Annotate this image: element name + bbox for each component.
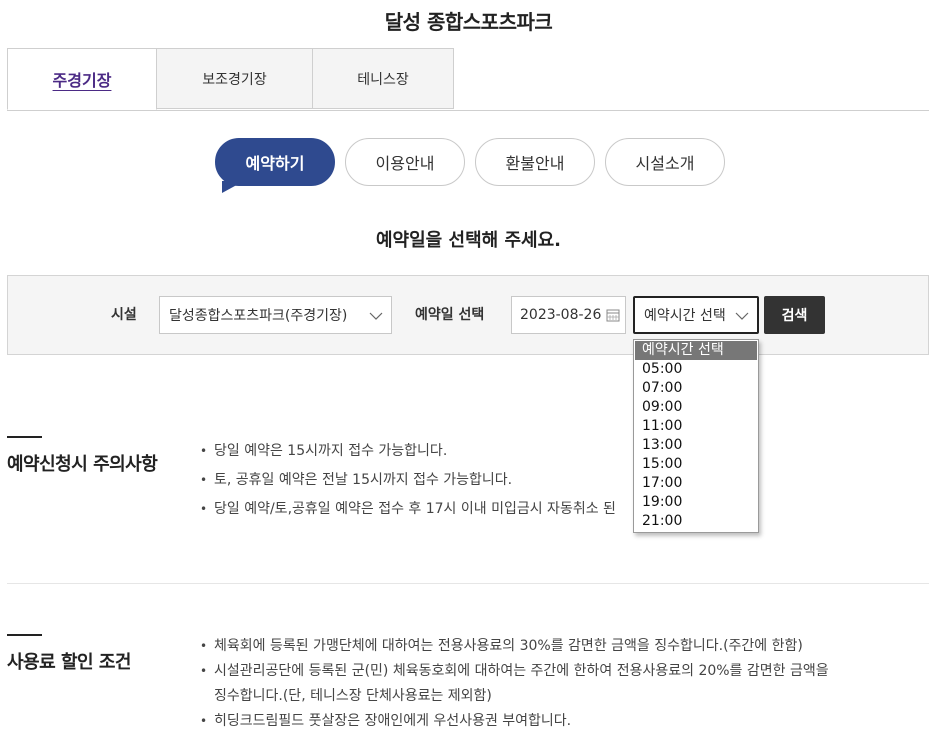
time-option[interactable]: 09:00 bbox=[634, 398, 758, 417]
discount-list: 체육회에 등록된 가맹단체에 대하여는 전용사용료의 30%를 감면한 금액을 … bbox=[200, 634, 920, 734]
page-title: 달성 종합스포츠파크 bbox=[384, 10, 553, 34]
time-option[interactable]: 15:00 bbox=[634, 455, 758, 474]
date-input[interactable]: 2023-08-26 bbox=[511, 296, 626, 334]
facility-tabs: 주경기장 보조경기장 테니스장 bbox=[7, 48, 929, 111]
notice-list: 당일 예약은 15시까지 접수 가능합니다. 토, 공휴일 예약은 전날 15시… bbox=[200, 437, 630, 524]
time-dropdown-list: 예약시간 선택 05:00 07:00 09:00 11:00 13:00 15… bbox=[633, 339, 759, 533]
notice-title: 예약신청시 주의사항 bbox=[7, 454, 158, 475]
calendar-icon[interactable] bbox=[606, 308, 620, 322]
list-item: 당일 예약은 15시까지 접수 가능합니다. bbox=[200, 437, 630, 466]
tab-reservation[interactable]: 예약하기 bbox=[215, 138, 335, 186]
time-option[interactable]: 21:00 bbox=[634, 512, 758, 531]
date-input-value: 2023-08-26 bbox=[520, 307, 602, 323]
divider bbox=[7, 583, 929, 584]
facility-select[interactable]: 달성종합스포츠파크(주경기장) bbox=[159, 296, 392, 334]
active-tab-pointer bbox=[222, 181, 244, 193]
section-marker bbox=[7, 634, 42, 636]
list-item: 히딩크드림필드 풋살장은 장애인에게 우선사용권 부여합니다. bbox=[200, 709, 920, 734]
tab-usage-guide[interactable]: 이용안내 bbox=[345, 138, 465, 186]
tab-tennis-court-label: 테니스장 bbox=[357, 71, 409, 88]
time-option[interactable]: 13:00 bbox=[634, 436, 758, 455]
time-option[interactable]: 05:00 bbox=[634, 360, 758, 379]
tab-facility-intro[interactable]: 시설소개 bbox=[605, 138, 725, 186]
time-option[interactable]: 17:00 bbox=[634, 474, 758, 493]
reservation-prompt: 예약일을 선택해 주세요. bbox=[376, 230, 561, 251]
time-select-value: 예약시간 선택 bbox=[644, 308, 726, 324]
time-option[interactable]: 11:00 bbox=[634, 417, 758, 436]
discount-title: 사용료 할인 조건 bbox=[7, 652, 131, 673]
list-item: 체육회에 등록된 가맹단체에 대하여는 전용사용료의 30%를 감면한 금액을 … bbox=[200, 634, 920, 659]
search-button[interactable]: 검색 bbox=[764, 296, 825, 334]
list-item: 당일 예약/토,공휴일 예약은 접수 후 17시 이내 미입금시 자동취소 된 bbox=[200, 495, 630, 524]
time-option[interactable]: 예약시간 선택 bbox=[635, 341, 757, 360]
time-select[interactable]: 예약시간 선택 bbox=[633, 296, 759, 334]
tab-main-stadium-label: 주경기장 bbox=[52, 71, 112, 90]
time-option[interactable]: 19:00 bbox=[634, 493, 758, 512]
time-option[interactable]: 07:00 bbox=[634, 379, 758, 398]
date-label: 예약일 선택 bbox=[415, 307, 485, 323]
chevron-down-icon bbox=[735, 312, 749, 320]
tab-main-stadium[interactable]: 주경기장 bbox=[7, 48, 157, 110]
list-item-continuation: 징수합니다.(단, 테니스장 단체사용료는 제외함) bbox=[214, 688, 492, 704]
tab-refund-guide[interactable]: 환불안내 bbox=[475, 138, 595, 186]
chevron-down-icon bbox=[369, 312, 383, 320]
list-item: 토, 공휴일 예약은 전날 15시까지 접수 가능합니다. bbox=[200, 466, 630, 495]
tab-tennis-court[interactable]: 테니스장 bbox=[312, 48, 454, 109]
tab-sub-stadium-label: 보조경기장 bbox=[202, 71, 267, 88]
section-marker bbox=[7, 436, 42, 438]
facility-select-value: 달성종합스포츠파크(주경기장) bbox=[169, 308, 348, 324]
list-item: 시설관리공단에 등록된 군(민) 체육동호회에 대하여는 주간에 한하여 전용사… bbox=[200, 659, 920, 684]
tab-sub-stadium[interactable]: 보조경기장 bbox=[156, 48, 313, 109]
facility-label: 시설 bbox=[111, 307, 137, 323]
